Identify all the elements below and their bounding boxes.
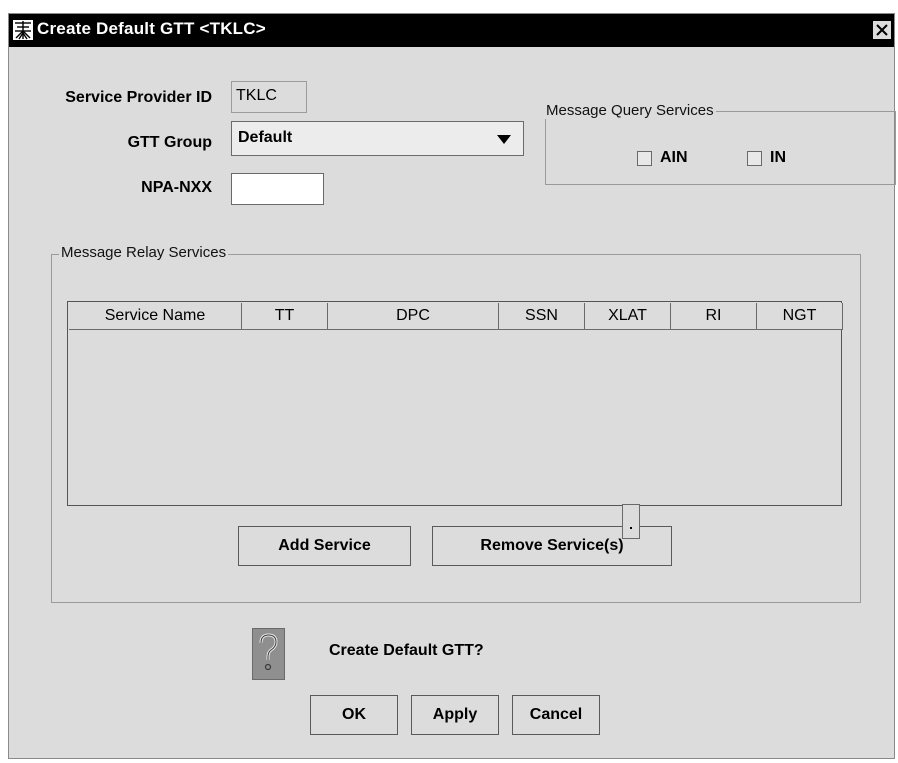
cancel-button[interactable]: Cancel — [512, 695, 600, 735]
column-header-ssn[interactable]: SSN — [499, 303, 585, 330]
service-provider-label: Service Provider ID — [65, 89, 212, 106]
in-checkbox-box[interactable] — [747, 150, 762, 166]
npa-nxx-input[interactable] — [231, 173, 324, 205]
gtt-group-label: GTT Group — [127, 134, 212, 151]
dialog-window: Create Default GTT <TKLC> Service Provid… — [8, 13, 896, 759]
column-header-service-name[interactable]: Service Name — [69, 303, 242, 330]
query-services-legend: Message Query Services — [544, 102, 716, 119]
in-checkbox[interactable]: IN — [747, 149, 786, 167]
apply-button[interactable]: Apply — [411, 695, 499, 735]
ok-button[interactable]: OK — [310, 695, 398, 735]
service-provider-field: TKLC — [231, 81, 307, 113]
app-icon — [13, 20, 33, 40]
ain-checkbox[interactable]: AIN — [637, 149, 688, 167]
relay-services-table[interactable]: Service Name TT DPC SSN XLAT RI NGT — [67, 301, 843, 506]
gtt-group-selected: Default — [238, 129, 293, 146]
column-header-ri[interactable]: RI — [671, 303, 757, 330]
chevron-down-icon — [497, 135, 511, 144]
confirm-message: Create Default GTT? — [329, 642, 484, 659]
resize-dot — [630, 527, 632, 529]
in-checkbox-label: IN — [770, 149, 786, 166]
relay-services-legend: Message Relay Services — [59, 244, 229, 261]
close-icon — [876, 24, 888, 36]
title-bar[interactable]: Create Default GTT <TKLC> — [9, 14, 894, 47]
column-header-ngt[interactable]: NGT — [757, 303, 843, 330]
column-header-tt[interactable]: TT — [242, 303, 328, 330]
window-title: Create Default GTT <TKLC> — [37, 19, 266, 38]
query-services-group: Message Query Services AIN IN — [544, 102, 896, 185]
gtt-group-dropdown[interactable]: Default — [231, 121, 524, 156]
table-resize-handle[interactable] — [622, 504, 640, 539]
question-icon — [252, 628, 285, 680]
close-button[interactable] — [872, 20, 892, 40]
npa-nxx-label: NPA-NXX — [141, 179, 212, 196]
column-header-dpc[interactable]: DPC — [328, 303, 499, 330]
question-mark-glyph — [259, 633, 278, 671]
ain-checkbox-label: AIN — [660, 149, 688, 166]
table-header: Service Name TT DPC SSN XLAT RI NGT — [69, 303, 843, 330]
ain-checkbox-box[interactable] — [637, 150, 652, 166]
column-header-xlat[interactable]: XLAT — [585, 303, 671, 330]
add-service-button[interactable]: Add Service — [238, 526, 411, 566]
